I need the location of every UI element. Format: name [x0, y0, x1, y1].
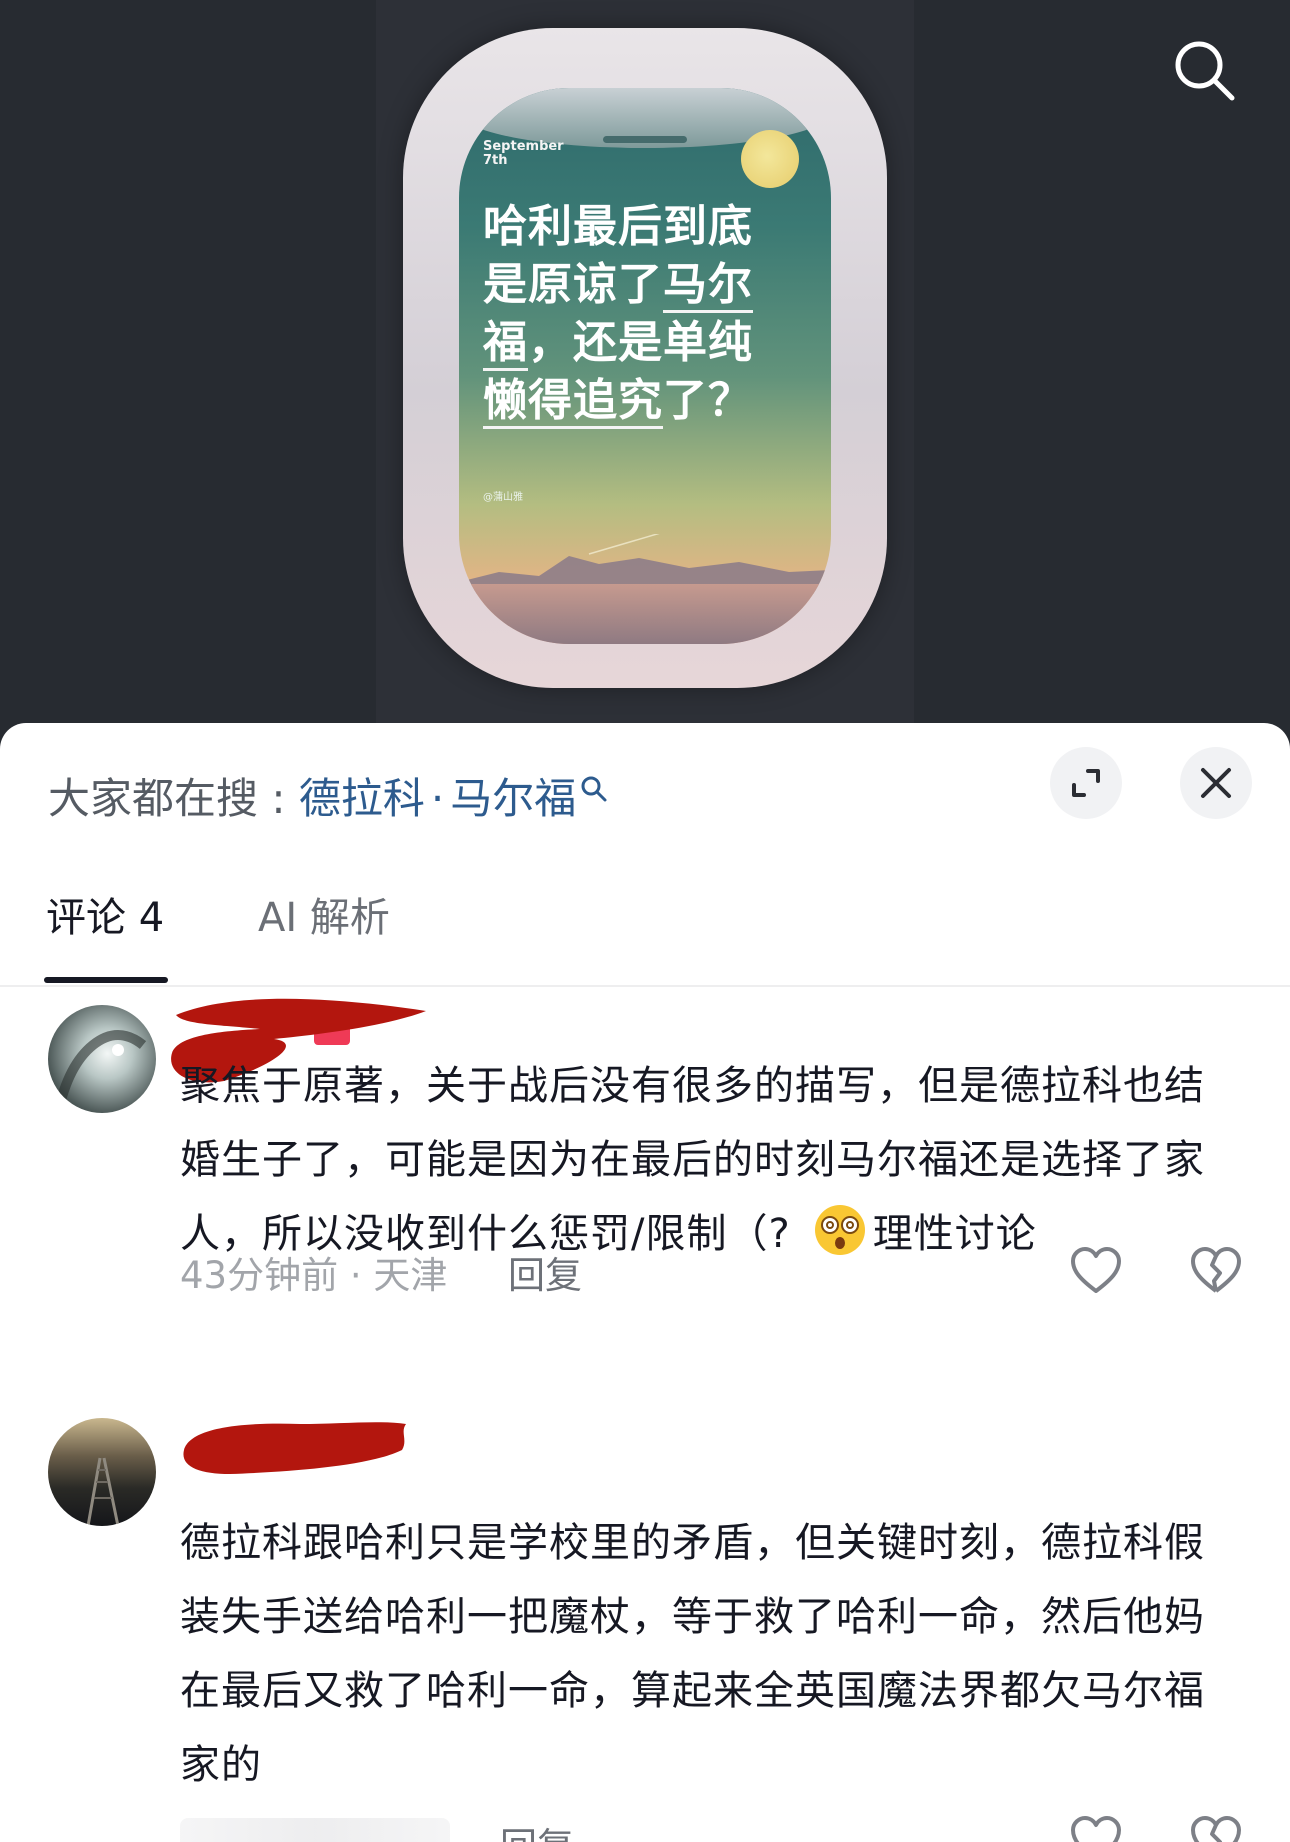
- media-viewer[interactable]: September 7th 哈利最后到底 是原谅了马尔 福，还是单纯 懒得追究了…: [0, 0, 1290, 735]
- trending-search-link[interactable]: 德拉科 · 马尔福: [299, 774, 608, 823]
- tab-bar: 评论 4 AI 解析: [0, 873, 1290, 987]
- poster-date: September 7th: [483, 139, 564, 168]
- like-button[interactable]: [1070, 1816, 1122, 1842]
- poster-title: 哈利最后到底 是原谅了马尔 福，还是单纯 懒得追究了？: [483, 198, 823, 430]
- expand-icon: [1072, 769, 1100, 797]
- shade-handle: [603, 136, 687, 143]
- active-tab-indicator: [44, 977, 168, 983]
- comment-text: 德拉科跟哈利只是学校里的矛盾，但关键时刻，德拉科假装失手送给哈利一把魔杖，等于救…: [180, 1520, 1205, 1788]
- avatar-photo: [53, 1030, 147, 1113]
- expand-button[interactable]: [1050, 747, 1122, 819]
- avatar-photo: [86, 1457, 120, 1526]
- close-icon: [1201, 768, 1231, 798]
- search-icon: [1175, 41, 1235, 101]
- close-button[interactable]: [1180, 747, 1252, 819]
- reply-button[interactable]: 回复: [508, 1245, 582, 1299]
- poster-title-line-2b: 马尔: [663, 259, 753, 313]
- poster-image: September 7th 哈利最后到底 是原谅了马尔 福，还是单纯 懒得追究了…: [376, 0, 914, 735]
- heart-icon: [1071, 1816, 1121, 1842]
- username-redacted[interactable]: [170, 1410, 420, 1480]
- poster-title-line-3b: ，还是单纯: [528, 317, 753, 368]
- tab-comments[interactable]: 评论 4: [46, 893, 164, 943]
- comments-sheet: 大家都在搜 : 德拉科 · 马尔福 评论 4 AI 解析 聚焦于原著，关于战后没…: [0, 723, 1290, 1842]
- avatar[interactable]: [48, 1005, 156, 1113]
- poster-title-line-1: 哈利最后到底: [483, 201, 753, 252]
- poster-author-handle: @蒲山雅: [483, 492, 523, 503]
- comment-body: 聚焦于原著，关于战后没有很多的描写，但是德拉科也结婚生子了，可能是因为在最后的时…: [180, 1063, 1205, 1257]
- avatar[interactable]: [48, 1418, 156, 1526]
- horizon-haze: [459, 584, 831, 644]
- comment-item: 德拉科跟哈利只是学校里的矛盾，但关键时刻，德拉科假装失手送给哈利一把魔杖，等于救…: [0, 1418, 1290, 1842]
- comment-topic-tag[interactable]: 理性讨论: [873, 1211, 1037, 1257]
- trending-term-1: 德拉科: [298, 774, 425, 823]
- dizzy-face-emoji-icon: [814, 1205, 865, 1255]
- comment-time-location-blurred: [180, 1818, 450, 1842]
- trending-term-2: 马尔福: [450, 774, 577, 823]
- dislike-button[interactable]: [1190, 1247, 1242, 1295]
- comment-text: 聚焦于原著，关于战后没有很多的描写，但是德拉科也结婚生子了，可能是因为在最后的时…: [180, 1049, 1240, 1271]
- small-search-icon: [581, 776, 607, 802]
- poster-title-line-3a: 福: [483, 317, 528, 371]
- airplane-window-glass: September 7th 哈利最后到底 是原谅了马尔 福，还是单纯 懒得追究了…: [459, 88, 831, 644]
- trending-search-bar: 大家都在搜 : 德拉科 · 马尔福: [48, 771, 608, 827]
- broken-heart-icon: [1191, 1816, 1241, 1842]
- comment-item: 聚焦于原著，关于战后没有很多的描写，但是德拉科也结婚生子了，可能是因为在最后的时…: [0, 998, 1290, 1305]
- broken-heart-icon: [1191, 1247, 1241, 1293]
- dislike-button[interactable]: [1190, 1816, 1242, 1842]
- comment-time-location: 43分钟前 · 天津: [180, 1254, 448, 1297]
- heart-icon: [1071, 1247, 1121, 1293]
- poster-title-line-2a: 是原谅了: [483, 259, 663, 310]
- tab-ai-analysis[interactable]: AI 解析: [258, 893, 390, 943]
- like-button[interactable]: [1070, 1247, 1122, 1295]
- trending-separator: ·: [430, 774, 445, 823]
- trending-prefix: 大家都在搜 :: [48, 774, 299, 823]
- poster-title-line-4b: 了？: [663, 375, 753, 426]
- poster-title-line-4a: 懒得追究: [483, 375, 663, 429]
- reply-button[interactable]: 回复: [500, 1816, 574, 1842]
- sun-circle: [741, 130, 799, 188]
- search-button[interactable]: [1170, 36, 1240, 106]
